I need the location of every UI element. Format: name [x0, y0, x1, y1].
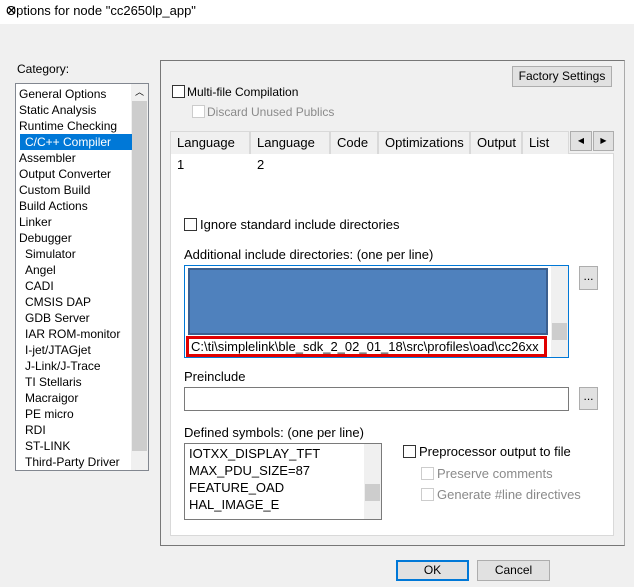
- category-item[interactable]: Custom Build: [19, 182, 90, 198]
- preprocessor-checkbox[interactable]: [403, 445, 416, 458]
- symbol-line: IOTXX_DISPLAY_TFT: [189, 446, 321, 461]
- tab[interactable]: Language 2: [250, 131, 330, 172]
- tab-scroll-right-icon[interactable]: ▶: [593, 131, 614, 151]
- multi-file-label: Multi-file Compilation: [187, 85, 299, 99]
- category-item[interactable]: J-Link/J-Trace: [25, 358, 101, 374]
- defined-symbols-textarea[interactable]: IOTXX_DISPLAY_TFT MAX_PDU_SIZE=87 FEATURE_…: [184, 443, 382, 520]
- ignore-std-checkbox[interactable]: [184, 218, 197, 231]
- include-scrollbar[interactable]: [551, 266, 568, 357]
- generate-line-label: Generate #line directives: [437, 487, 581, 502]
- tab-scroll-left-icon[interactable]: ◀: [570, 131, 592, 151]
- category-item[interactable]: RDI: [25, 422, 46, 438]
- category-item[interactable]: Static Analysis: [19, 102, 96, 118]
- factory-settings-button[interactable]: Factory Settings: [512, 66, 612, 87]
- tab[interactable]: Output: [470, 131, 522, 154]
- category-list[interactable]: ︿ General Options Static Analysis Runtime …: [15, 83, 149, 471]
- category-item[interactable]: Angel: [25, 262, 56, 278]
- symbol-line: HAL_IMAGE_E: [189, 497, 280, 512]
- category-item[interactable]: GDB Server: [25, 310, 90, 326]
- category-item[interactable]: CADI: [25, 278, 54, 294]
- cancel-button[interactable]: Cancel: [477, 560, 550, 581]
- category-item[interactable]: Linker: [19, 214, 52, 230]
- symbols-scrollbar[interactable]: [364, 444, 381, 519]
- category-item[interactable]: IAR ROM-monitor: [25, 326, 120, 342]
- category-label: Category:: [17, 62, 70, 76]
- include-dirs-textarea[interactable]: C:\ti\simplelink\ble_sdk_2_02_01_18\src\…: [184, 265, 569, 358]
- multi-file-checkbox[interactable]: [172, 85, 185, 98]
- ignore-std-label: Ignore standard include directories: [200, 217, 400, 232]
- include-browse-button[interactable]: ...: [579, 266, 598, 290]
- preserve-comments-checkbox: [421, 467, 434, 480]
- preinclude-browse-button[interactable]: ...: [579, 387, 598, 410]
- window-title: Options for node "cc2650lp_app": [6, 3, 196, 18]
- preinclude-label: Preinclude: [184, 369, 246, 384]
- defined-symbols-label: Defined symbols: (one per line): [184, 425, 364, 440]
- tab[interactable]: Language 1: [170, 131, 250, 172]
- discard-unused-checkbox: [192, 105, 205, 118]
- symbol-line: MAX_PDU_SIZE=87: [189, 463, 311, 478]
- category-item[interactable]: PE micro: [25, 406, 74, 422]
- category-scrollbar[interactable]: ︿: [131, 84, 148, 470]
- category-item[interactable]: Macraigor: [25, 390, 78, 406]
- redacted-block: [188, 268, 548, 335]
- category-item[interactable]: C/C++ Compiler: [20, 134, 132, 150]
- category-item[interactable]: ST-LINK: [25, 438, 70, 454]
- category-item[interactable]: I-jet/JTAGjet: [25, 342, 91, 358]
- category-item[interactable]: Debugger: [19, 230, 72, 246]
- category-item[interactable]: Runtime Checking: [19, 118, 117, 134]
- include-dir-line[interactable]: C:\ti\simplelink\ble_sdk_2_02_01_18\src\…: [186, 336, 547, 357]
- preprocessor-label: Preprocessor output to file: [419, 444, 571, 459]
- category-item[interactable]: CMSIS DAP: [25, 294, 91, 310]
- scrollbar-thumb[interactable]: [552, 323, 567, 340]
- category-item[interactable]: Output Converter: [19, 166, 111, 182]
- category-item[interactable]: Third-Party Driver: [25, 454, 120, 470]
- category-item[interactable]: General Options: [19, 86, 106, 102]
- category-item[interactable]: Assembler: [19, 150, 76, 166]
- scroll-up-icon[interactable]: ︿: [135, 85, 144, 98]
- category-item[interactable]: Build Actions: [19, 198, 88, 214]
- scrollbar-thumb[interactable]: [365, 484, 380, 501]
- tab[interactable]: Optimizations: [378, 131, 470, 154]
- preinclude-input[interactable]: [184, 387, 569, 411]
- scrollbar-thumb[interactable]: [132, 101, 147, 451]
- include-dirs-label: Additional include directories: (one per…: [184, 247, 434, 262]
- discard-unused-label: Discard Unused Publics: [207, 105, 335, 119]
- category-item[interactable]: Simulator: [25, 246, 76, 262]
- preserve-comments-label: Preserve comments: [437, 466, 553, 481]
- symbol-line: FEATURE_OAD: [189, 480, 285, 495]
- title-bar: Options for node "cc2650lp_app" ✕: [0, 0, 634, 24]
- ok-button[interactable]: OK: [396, 560, 469, 581]
- close-icon[interactable]: ✕: [6, 3, 17, 19]
- tab[interactable]: List: [522, 131, 569, 154]
- generate-line-checkbox: [421, 488, 434, 501]
- category-item[interactable]: TI Stellaris: [25, 374, 82, 390]
- tab[interactable]: Code: [330, 131, 378, 154]
